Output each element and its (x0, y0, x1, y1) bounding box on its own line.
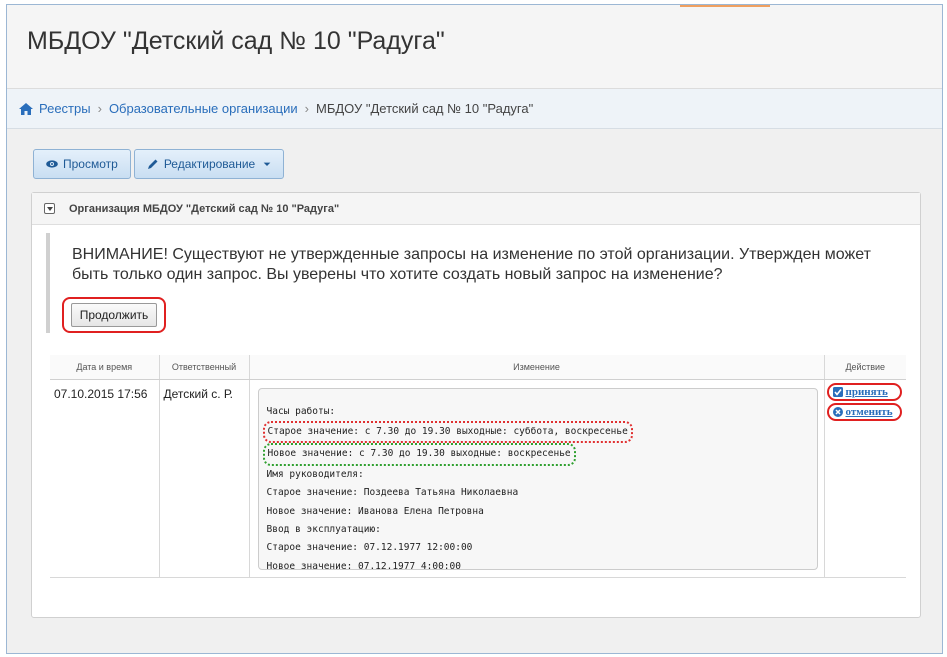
home-icon[interactable] (19, 102, 33, 115)
eye-icon (46, 160, 58, 168)
header-datetime: Дата и время (50, 355, 160, 380)
collapse-icon[interactable] (44, 203, 55, 214)
cancel-link[interactable]: отменить (826, 402, 902, 421)
accept-label: принять (845, 385, 888, 398)
organization-panel: Организация МБДОУ "Детский сад № 10 "Рад… (31, 192, 921, 618)
change-line: Старое значение: Поздеева Татьяна Никола… (266, 487, 519, 499)
cancel-label: отменить (845, 405, 893, 418)
panel-title: Организация МБДОУ "Детский сад № 10 "Рад… (69, 202, 340, 215)
top-accent-bar (680, 5, 770, 7)
cell-action: принять отменить (824, 379, 906, 578)
cancel-circle-icon (832, 406, 843, 417)
change-line: Новое значение: 07.12.1977 4:00:00 (266, 560, 461, 572)
panel-header: Организация МБДОУ "Детский сад № 10 "Рад… (32, 193, 920, 225)
view-button-label: Просмотр (63, 157, 118, 171)
app-window: МБДОУ "Детский сад № 10 "Радуга" Реестры… (6, 4, 943, 654)
change-line: Имя руководителя: (266, 468, 364, 480)
warning-alert: ВНИМАНИЕ! Существуют не утвержденные зап… (46, 233, 902, 333)
cell-change: Часы работы: Старое значение: с 7.30 до … (249, 379, 825, 578)
continue-button[interactable]: Продолжить (70, 303, 158, 327)
old-value-highlight: Старое значение: с 7.30 до 19.30 выходны… (262, 420, 633, 444)
change-requests-table: Дата и время Ответственный Изменение Дей… (50, 355, 906, 578)
view-button[interactable]: Просмотр (33, 149, 131, 179)
edit-button-label: Редактирование (163, 157, 256, 171)
toolbar: Просмотр Редактирование (33, 149, 285, 179)
responsible-value: Детский с. Р. (163, 386, 234, 401)
breadcrumb-organizations[interactable]: Образовательные организации (109, 101, 298, 116)
cell-responsible: Детский с. Р. (159, 379, 250, 578)
table-header-row: Дата и время Ответственный Изменение Дей… (50, 355, 906, 380)
main-content: Просмотр Редактирование Организация МБДО… (7, 129, 942, 653)
breadcrumb: Реестры › Образовательные организации › … (7, 89, 942, 129)
breadcrumb-registries[interactable]: Реестры (39, 101, 91, 116)
change-line: Старое значение: 07.12.1977 12:00:00 (266, 542, 473, 554)
edit-dropdown-button[interactable]: Редактирование (133, 149, 285, 179)
accept-link[interactable]: принять (826, 382, 902, 401)
breadcrumb-current: МБДОУ "Детский сад № 10 "Радуга" (315, 101, 534, 116)
change-line: Новое значение: Иванова Елена Петровна (266, 505, 484, 517)
change-line-wrap: Новое значение: с 7.30 до 19.30 выходные… (262, 443, 811, 466)
caret-down-icon (263, 162, 271, 166)
header-change: Изменение (249, 355, 825, 380)
breadcrumb-separator: › (97, 101, 102, 116)
action-links: принять отменить (826, 382, 902, 421)
breadcrumb-separator: › (304, 101, 309, 116)
change-line: Часы работы: (266, 405, 336, 417)
change-line-wrap: Старое значение: с 7.30 до 19.30 выходны… (262, 420, 811, 444)
page-title: МБДОУ "Детский сад № 10 "Радуга" (27, 27, 445, 55)
new-value-highlight: Новое значение: с 7.30 до 19.30 выходные… (262, 443, 576, 466)
title-bar: МБДОУ "Детский сад № 10 "Радуга" (7, 5, 942, 89)
cell-datetime: 07.10.2015 17:56 (50, 379, 160, 578)
datetime-value: 07.10.2015 17:56 (54, 386, 148, 401)
checkbox-icon (832, 386, 843, 397)
change-details: Часы работы: Старое значение: с 7.30 до … (257, 387, 818, 572)
table-row: 07.10.2015 17:56 Детский с. Р. Часы рабо… (50, 379, 906, 578)
warning-text: ВНИМАНИЕ! Существуют не утвержденные зап… (72, 246, 871, 283)
pencil-icon (147, 159, 158, 169)
header-responsible: Ответственный (159, 355, 250, 380)
header-action: Действие (824, 355, 906, 380)
change-line: Ввод в эксплуатацию: (266, 523, 381, 535)
continue-highlight: Продолжить (62, 297, 166, 333)
